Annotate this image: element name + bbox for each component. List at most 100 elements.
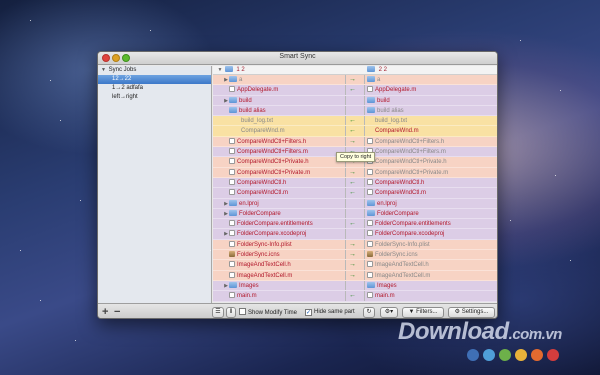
right-cell[interactable]: FolderCompare.entitlements (365, 219, 497, 228)
sync-direction-cell[interactable] (345, 95, 365, 105)
list-view-button[interactable]: ☰ (212, 307, 224, 318)
file-row[interactable]: build_log.txt ← build_log.txt (213, 116, 497, 127)
right-cell[interactable]: a (365, 75, 497, 84)
right-cell[interactable]: build_log.txt (365, 116, 497, 125)
right-cell[interactable]: CompareWndCtl+Filters.m (365, 147, 497, 156)
file-row[interactable]: FolderSync.icns → FolderSync.icns (213, 250, 497, 261)
right-cell[interactable]: CompareWndCtl+Filters.h (365, 137, 497, 146)
file-row[interactable]: ▶ a → a (213, 75, 497, 86)
left-cell[interactable]: ▶ en.lproj (213, 199, 345, 208)
refresh-button[interactable]: ↻ (363, 307, 375, 318)
left-cell[interactable]: FolderCompare.entitlements (213, 219, 345, 228)
sync-direction-cell[interactable]: → (345, 250, 365, 260)
settings-button[interactable]: ⚙ Settings... (448, 307, 495, 318)
left-cell[interactable]: build alias (213, 106, 345, 115)
left-cell[interactable]: CompareWndCtl.h (213, 178, 345, 187)
left-cell[interactable]: ▶ a (213, 75, 345, 84)
arrow-left-icon[interactable]: ← (349, 86, 356, 94)
left-cell[interactable]: CompareWndCtl+Private.h (213, 157, 345, 166)
right-cell[interactable]: FolderSync-Info.plist (365, 240, 497, 249)
action-menu-button[interactable]: ⚙▾ (380, 307, 398, 318)
arrow-left-icon[interactable]: ← (349, 127, 356, 135)
sync-direction-cell[interactable]: ← (345, 177, 365, 188)
file-row[interactable]: ▶ en.lproj en.lproj (213, 198, 497, 209)
sync-direction-cell[interactable] (345, 208, 365, 219)
sidebar-header[interactable]: ▼ Sync Jobs (98, 66, 211, 75)
checkbox-checked-box[interactable]: ✓ (305, 309, 312, 316)
sync-direction-cell[interactable]: → (345, 136, 365, 147)
file-row[interactable]: ▶ FolderCompare.xcodeproj FolderCompare.xc… (213, 229, 497, 240)
file-row[interactable]: main.m ← main.m (213, 291, 497, 302)
file-row[interactable]: CompareWndCtl+Filters.h → CompareWndCtl+Fi… (213, 136, 497, 148)
left-cell[interactable]: CompareWnd.m (213, 126, 345, 135)
left-cell[interactable]: ImageAndTextCell.m (213, 271, 345, 280)
file-row[interactable]: ▶ FolderCompare FolderCompare (213, 208, 497, 220)
arrow-left-icon[interactable]: ← (349, 220, 356, 228)
right-folder-header[interactable]: 2 2 (365, 66, 497, 75)
columns-view-button[interactable]: ⫴ (226, 307, 236, 318)
left-cell[interactable]: ▶ FolderCompare (213, 209, 345, 218)
arrow-right-icon[interactable]: → (349, 241, 356, 249)
sync-direction-cell[interactable]: ← (345, 85, 365, 95)
hide-same-part-checkbox[interactable]: ✓ Hide same part (305, 308, 355, 317)
arrow-right-icon[interactable]: → (349, 251, 356, 259)
checkbox-box[interactable] (239, 308, 246, 315)
sync-direction-cell[interactable]: ← (345, 219, 365, 229)
left-cell[interactable]: AppDelegate.m (213, 85, 345, 94)
left-cell[interactable]: FolderSync-Info.plist (213, 240, 345, 249)
file-row[interactable]: AppDelegate.m ← AppDelegate.m (213, 85, 497, 96)
show-modify-time-checkbox[interactable]: Show Modify Time (239, 308, 297, 318)
right-cell[interactable]: CompareWnd.m (365, 126, 497, 135)
sidebar-item-job-2[interactable]: 1→2 adfafa (98, 84, 211, 93)
sync-direction-cell[interactable]: ← (345, 116, 365, 126)
sidebar-item-job-3[interactable]: left→right (98, 93, 211, 102)
left-cell[interactable]: CompareWndCtl+Private.m (213, 168, 345, 177)
right-cell[interactable]: main.m (365, 291, 497, 300)
arrow-right-icon[interactable]: → (349, 169, 356, 177)
remove-job-button[interactable]: − (114, 307, 120, 318)
right-cell[interactable]: Images (365, 281, 497, 290)
right-cell[interactable]: FolderSync.icns (365, 250, 497, 259)
right-cell[interactable]: CompareWndCtl+Private.m (365, 168, 497, 177)
right-cell[interactable]: CompareWndCtl.h (365, 178, 497, 187)
file-row[interactable]: FolderCompare.entitlements ← FolderCompare… (213, 219, 497, 230)
arrow-left-icon[interactable]: ← (349, 179, 356, 187)
sync-direction-cell[interactable]: → (345, 270, 365, 280)
sync-direction-cell[interactable] (345, 198, 365, 208)
file-row[interactable]: build alias build alias (213, 105, 497, 117)
right-cell[interactable]: ImageAndTextCell.m (365, 271, 497, 280)
file-row[interactable]: CompareWnd.m ← CompareWnd.m (213, 126, 497, 137)
sync-direction-cell[interactable]: ← (345, 291, 365, 301)
file-row[interactable]: ImageAndTextCell.m → ImageAndTextCell.m (213, 270, 497, 281)
file-row[interactable]: ▶ build build (213, 95, 497, 106)
file-row[interactable]: ▶ Images Images (213, 280, 497, 292)
left-cell[interactable]: build_log.txt (213, 116, 345, 125)
arrow-right-icon[interactable]: → (349, 261, 356, 269)
arrow-left-icon[interactable]: ← (349, 189, 356, 197)
left-cell[interactable]: ▶ FolderCompare.xcodeproj (213, 229, 345, 238)
arrow-left-icon[interactable]: ← (349, 292, 356, 300)
file-row[interactable]: FolderSync-Info.plist → FolderSync-Info.pl… (213, 239, 497, 251)
sync-direction-cell[interactable]: → (345, 75, 365, 85)
left-cell[interactable]: CompareWndCtl+Filters.m (213, 147, 345, 156)
sync-direction-cell[interactable]: → (345, 260, 365, 270)
left-cell[interactable]: ▶ Images (213, 281, 345, 290)
file-row[interactable]: CompareWndCtl.m ← CompareWndCtl.m (213, 188, 497, 199)
left-cell[interactable]: CompareWndCtl+Filters.h (213, 137, 345, 146)
right-cell[interactable]: ImageAndTextCell.h (365, 260, 497, 269)
left-cell[interactable]: FolderSync.icns (213, 250, 345, 259)
right-cell[interactable]: FolderCompare.xcodeproj (365, 229, 497, 238)
sync-direction-cell[interactable]: ← (345, 188, 365, 198)
right-cell[interactable]: build alias (365, 106, 497, 115)
sync-direction-cell[interactable]: → (345, 239, 365, 250)
right-cell[interactable]: FolderCompare (365, 209, 497, 218)
left-folder-header[interactable]: ▼ 1 2 (213, 66, 345, 75)
right-cell[interactable]: CompareWndCtl+Private.h (365, 157, 497, 166)
left-cell[interactable]: ▶ build (213, 96, 345, 105)
sync-direction-cell[interactable]: → (345, 167, 365, 177)
file-row[interactable]: CompareWndCtl+Private.m → CompareWndCtl+Pr… (213, 167, 497, 178)
left-cell[interactable]: main.m (213, 291, 345, 300)
sync-direction-cell[interactable] (345, 105, 365, 116)
sync-direction-cell[interactable] (345, 229, 365, 239)
disclosure-triangle-icon[interactable]: ▼ (217, 66, 223, 75)
